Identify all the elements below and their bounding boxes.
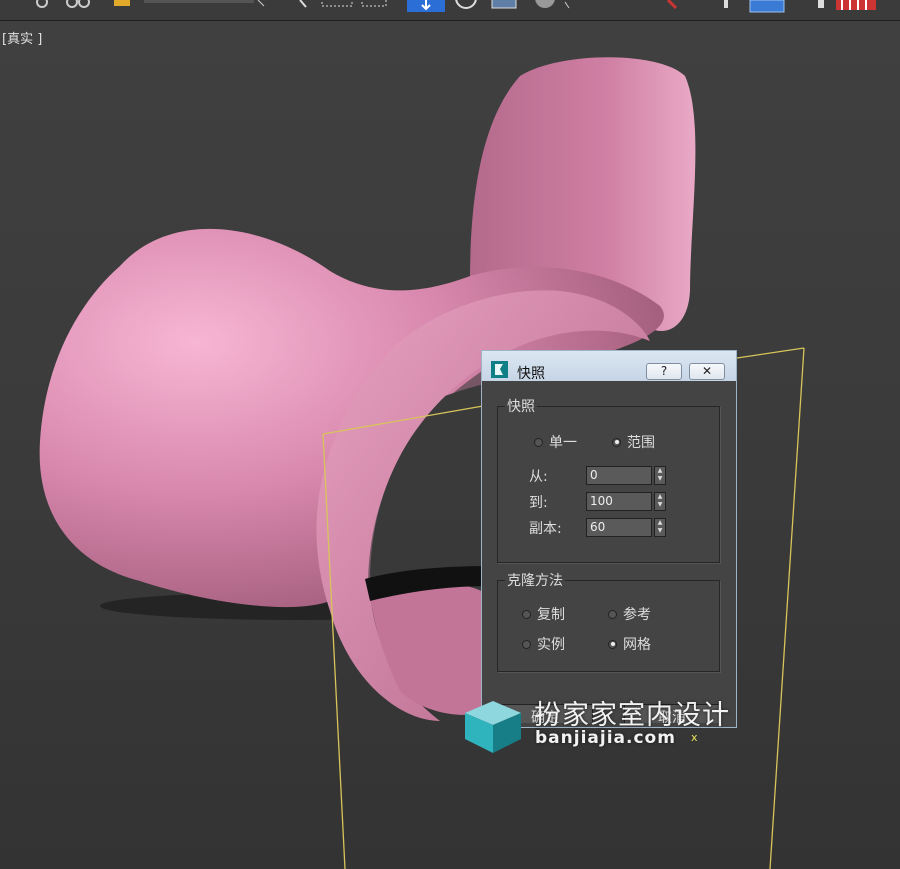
snapshot-group: 快照 单一 范围 从: 0 ▲ ▼ 到: 100 ▲ ▼ 副本: 60 ▲ ▼ (497, 396, 720, 563)
radio-reference-dot[interactable] (608, 609, 617, 619)
radio-copy-dot[interactable] (522, 609, 531, 619)
scale-icon[interactable] (491, 0, 517, 9)
watermark-brand-name: 扮家家室内设计 (534, 700, 730, 731)
radio-range-dot[interactable] (612, 437, 621, 447)
radio-single-dot[interactable] (534, 437, 543, 447)
radio-instance-dot[interactable] (522, 639, 531, 649)
dialog-body: 快照 单一 范围 从: 0 ▲▼ 到: 100 ▲▼ 副本: 60 ▲▼ (488, 381, 730, 723)
close-button[interactable]: ✕ (689, 363, 725, 380)
perspective-viewport[interactable]: [真实 ] (0, 21, 900, 869)
to-spinner[interactable]: 100 ▲ ▼ (586, 492, 666, 511)
watermark-cube-logo (465, 701, 521, 753)
bind-spacewarp-icon[interactable] (114, 0, 130, 6)
copies-spinner-arrows[interactable]: ▲ ▼ (654, 518, 666, 537)
radio-mesh[interactable]: 网格 (608, 634, 651, 654)
select-object-icon[interactable] (299, 0, 307, 8)
from-input[interactable]: 0 (586, 466, 652, 485)
pivot-icon[interactable] (666, 0, 678, 10)
layer-icon[interactable] (818, 0, 876, 10)
clone-method-group: 克隆方法 复制 参考 实例 网格 (497, 570, 720, 672)
mirror-icon[interactable] (724, 0, 728, 8)
radio-range[interactable]: 范围 (612, 432, 655, 452)
viewport-shading-label[interactable]: [真实 ] (2, 28, 42, 47)
move-icon[interactable] (407, 0, 445, 12)
watermark: 扮家家室内设计 banjiajia.com x (463, 693, 753, 753)
radio-copy[interactable]: 复制 (522, 604, 565, 624)
to-spinner-arrows[interactable]: ▲ ▼ (654, 492, 666, 511)
chair-scene (39, 57, 805, 869)
radio-instance[interactable]: 实例 (522, 634, 565, 654)
snapshot-dialog: 快照 ? ✕ 快照 单一 范围 从: 0 ▲ ▼ 到: 100 ▲ ▼ 副本: … (481, 350, 737, 728)
to-label: 到: (529, 495, 548, 511)
from-spinner[interactable]: 0 ▲ ▼ (586, 466, 666, 485)
main-toolbar (0, 0, 900, 21)
dialog-titlebar[interactable]: 快照 ? ✕ (482, 351, 736, 382)
help-button[interactable]: ? (646, 363, 682, 380)
copies-label: 副本: (529, 521, 562, 537)
radio-mesh-dot[interactable] (608, 639, 617, 649)
select-link-icon[interactable] (36, 0, 48, 8)
dialog-title: 快照 (517, 366, 545, 382)
unlink-icon[interactable] (66, 0, 90, 8)
radio-single[interactable]: 单一 (534, 432, 577, 452)
selection-filter-icon[interactable] (144, 0, 265, 7)
from-spinner-arrows[interactable]: ▲ ▼ (654, 466, 666, 485)
rect-selection-icon[interactable] (321, 0, 353, 7)
rotate-icon[interactable] (455, 0, 477, 9)
copies-spinner[interactable]: 60 ▲ ▼ (586, 518, 666, 537)
copies-input[interactable]: 60 (586, 518, 652, 537)
snapshot-group-label: 快照 (505, 396, 537, 416)
3dsmax-logo-icon (491, 361, 508, 378)
gizmo-x-axis-label: x (691, 731, 698, 744)
from-label: 从: (529, 469, 548, 485)
watermark-url: banjiajia.com (535, 728, 676, 748)
radio-reference[interactable]: 参考 (608, 604, 651, 624)
window-crossing-icon[interactable] (361, 0, 387, 7)
to-input[interactable]: 100 (586, 492, 652, 511)
align-icon[interactable] (749, 0, 785, 13)
reference-coord-icon[interactable] (535, 0, 570, 9)
clone-group-label: 克隆方法 (505, 570, 565, 590)
